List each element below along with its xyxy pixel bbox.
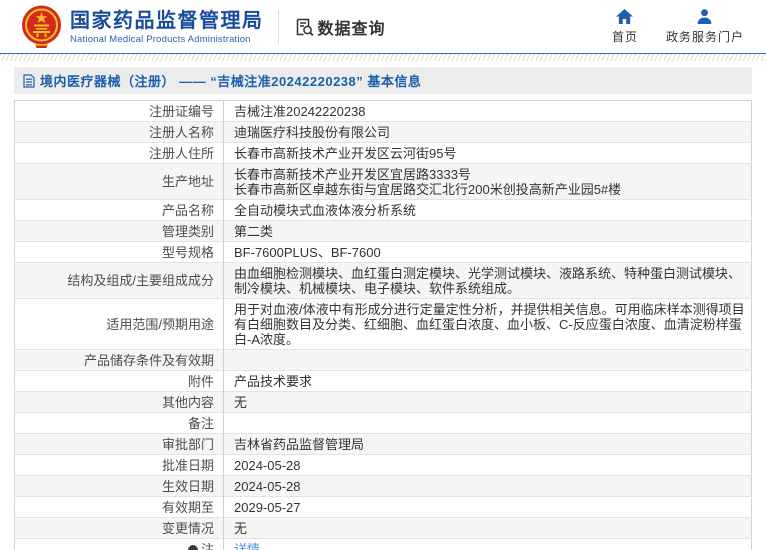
detail-link[interactable]: 详情 bbox=[234, 542, 260, 550]
table-row: 产品储存条件及有效期 bbox=[14, 349, 752, 371]
field-label: 结构及组成/主要组成成分 bbox=[14, 262, 224, 299]
field-label: 生效日期 bbox=[14, 475, 224, 497]
field-label: 生产地址 bbox=[14, 163, 224, 200]
table-row: 有效期至 2029-05-27 bbox=[14, 496, 752, 518]
field-label: 产品储存条件及有效期 bbox=[14, 349, 224, 371]
field-label: 注册人住所 bbox=[14, 142, 224, 164]
field-value: 2024-05-28 bbox=[223, 454, 752, 476]
data-query-label: 数据查询 bbox=[317, 20, 386, 38]
field-value: 吉林省药品监督管理局 bbox=[223, 433, 752, 455]
field-value: 长春市高新技术产业开发区宜居路3333号 长春市高新区卓越东街与宜居路交汇北行2… bbox=[223, 163, 752, 200]
field-label: 注册人名称 bbox=[14, 121, 224, 143]
agency-name-cn: 国家药品监督管理局 bbox=[70, 9, 264, 32]
field-label: 适用范围/预期用途 bbox=[14, 298, 224, 350]
field-label: 批准日期 bbox=[14, 454, 224, 476]
field-value: 产品技术要求 bbox=[223, 370, 752, 392]
field-value: 第二类 bbox=[223, 220, 752, 242]
table-row: 注册证编号 吉械注准20242220238 bbox=[14, 100, 752, 122]
table-row: 批准日期 2024-05-28 bbox=[14, 454, 752, 476]
nav-item-label: 政务服务门户 bbox=[665, 29, 744, 44]
field-label: 型号规格 bbox=[14, 241, 224, 263]
field-value: 吉械注准20242220238 bbox=[234, 103, 366, 119]
field-value: 2029-05-27 bbox=[223, 496, 752, 518]
field-label: 附件 bbox=[14, 370, 224, 392]
field-label: 注册证编号 bbox=[14, 100, 224, 122]
field-value: 用于对血液/体液中有形成分进行定量定性分析，并提供相关信息。可用临床样本测得项目… bbox=[223, 298, 752, 350]
field-value: 长春市高新技术产业开发区云河街95号 bbox=[223, 142, 752, 164]
field-value: 2024-05-28 bbox=[223, 475, 752, 497]
field-value: 由血细胞检测模块、血红蛋白测定模块、光学测试模块、液路系统、特种蛋白测试模块、制… bbox=[223, 262, 752, 299]
hatch-band bbox=[0, 54, 766, 61]
table-row: 备注 bbox=[14, 412, 752, 434]
table-row: 管理类别 第二类 bbox=[14, 220, 752, 242]
field-label: 注 bbox=[14, 538, 224, 550]
table-row: 生产地址 长春市高新技术产业开发区宜居路3333号 长春市高新区卓越东街与宜居路交… bbox=[14, 163, 752, 200]
home-icon bbox=[616, 8, 634, 24]
field-value: 详情 bbox=[223, 538, 752, 550]
note-icon bbox=[187, 544, 198, 550]
field-label: 产品名称 bbox=[14, 199, 224, 221]
field-label: 变更情况 bbox=[14, 517, 224, 539]
field-label: 备注 bbox=[14, 412, 224, 434]
field-label: 其他内容 bbox=[14, 391, 224, 413]
field-value: 迪瑞医疗科技股份有限公司 bbox=[223, 121, 752, 143]
table-row: 变更情况无 bbox=[14, 517, 752, 539]
field-value: 无 bbox=[223, 391, 752, 413]
field-value bbox=[223, 349, 752, 371]
page-icon bbox=[23, 73, 35, 88]
agency-name-en: National Medical Products Administration bbox=[70, 33, 251, 45]
table-row: 适用范围/预期用途 用于对血液/体液中有形成分进行定量定性分析，并提供相关信息。可… bbox=[14, 298, 752, 350]
table-row: 其他内容无 bbox=[14, 391, 752, 413]
field-value bbox=[223, 412, 752, 434]
table-row: 结构及组成/主要组成成分 由血细胞检测模块、血红蛋白测定模块、光学测试模块、液路系… bbox=[14, 262, 752, 299]
site-header: 国家药品监督管理局 National Medical Products Admi… bbox=[0, 0, 766, 53]
table-row: 生效日期 2024-05-28 bbox=[14, 475, 752, 497]
registration-info-table: 注册证编号 吉械注准20242220238 注册人名称 迪瑞医疗科技股份有限公司 注册人… bbox=[14, 100, 752, 550]
national-emblem-icon bbox=[22, 5, 61, 48]
agency-title-block: 国家药品监督管理局 National Medical Products Admi… bbox=[70, 9, 264, 45]
main-content: 境内医疗器械（注册） —— “吉械注准20242220238” 基本信息 注册证… bbox=[14, 67, 752, 550]
data-query-button[interactable]: 数据查询 bbox=[294, 15, 386, 39]
nav-item-gov-portal[interactable]: 政务服务门户 bbox=[665, 8, 744, 45]
table-row: 产品名称 全自动模块式血液体液分析系统 bbox=[14, 199, 752, 221]
header-nav: 首页 政务服务门户 bbox=[611, 8, 744, 45]
nav-item-home[interactable]: 首页 bbox=[611, 8, 638, 45]
field-value: 全自动模块式血液体液分析系统 bbox=[223, 199, 752, 221]
table-row: 附件 产品技术要求 bbox=[14, 370, 752, 392]
breadcrumb: 境内医疗器械（注册） —— “吉械注准20242220238” 基本信息 bbox=[14, 67, 752, 94]
table-row: 审批部门 吉林省药品监督管理局 bbox=[14, 433, 752, 455]
table-row: 注册人住所 长春市高新技术产业开发区云河街95号 bbox=[14, 142, 752, 164]
header-divider bbox=[277, 9, 279, 44]
table-row: 注册人名称 迪瑞医疗科技股份有限公司 bbox=[14, 121, 752, 143]
user-icon bbox=[698, 8, 712, 24]
page-title: 境内医疗器械（注册） —— “吉械注准20242220238” 基本信息 bbox=[40, 74, 422, 89]
field-value: BF-7600PLUS、BF-7600 bbox=[223, 241, 752, 263]
table-row: 型号规格 BF-7600PLUS、BF-7600 bbox=[14, 241, 752, 263]
logo-link[interactable]: 国家药品监督管理局 National Medical Products Admi… bbox=[21, 5, 264, 49]
document-search-icon bbox=[296, 18, 314, 36]
nav-item-label: 首页 bbox=[611, 29, 638, 44]
field-label: 管理类别 bbox=[14, 220, 224, 242]
field-label: 有效期至 bbox=[14, 496, 224, 518]
field-label: 审批部门 bbox=[14, 433, 224, 455]
field-value: 无 bbox=[223, 517, 752, 539]
table-row: 注 详情 bbox=[14, 538, 752, 550]
